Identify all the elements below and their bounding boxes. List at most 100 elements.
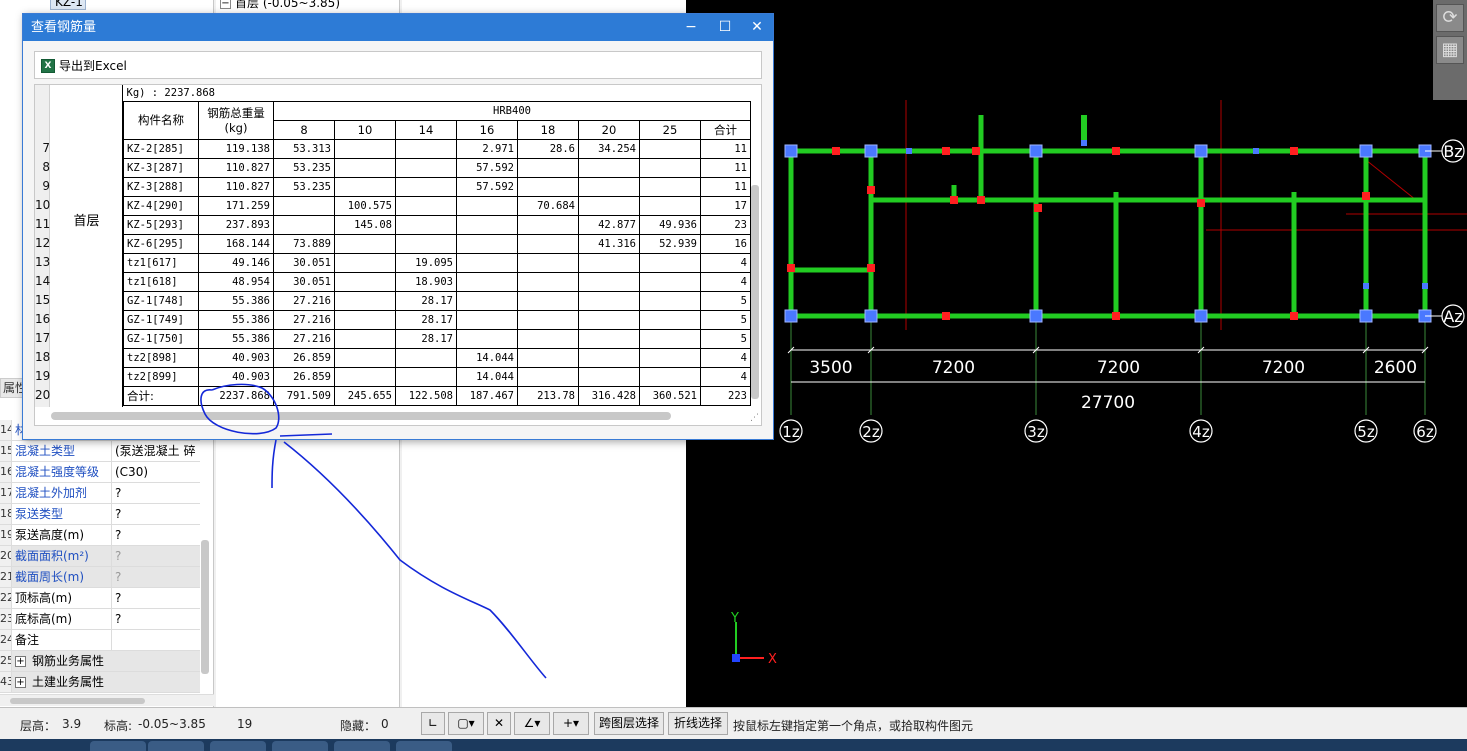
grid-hscrollbar[interactable] — [51, 412, 671, 420]
property-row[interactable]: 20截面面积(m²)? — [0, 546, 200, 567]
property-value[interactable]: ? — [112, 504, 200, 524]
table-row[interactable]: KZ-5[293] 237.893 145.08 42.877 49.936 23 — [123, 214, 751, 235]
taskbar-app-icon[interactable] — [148, 741, 204, 751]
cad-canvas[interactable]: Bz Az 1z 2z 3z 4z 5z 6z 3500 7200 7200 7200 2600 2770… — [686, 0, 1467, 707]
taskbar-app-icon[interactable] — [272, 741, 328, 751]
table-row[interactable]: GZ-1[748] 55.386 27.216 28.17 5 — [123, 290, 751, 311]
table-row[interactable]: KZ-2[285] 119.138 53.313 2.971 28.6 34.254 11 — [123, 138, 751, 159]
property-row[interactable]: 23底标高(m)? — [0, 609, 200, 630]
rebar-weight-cell: 4 — [700, 252, 751, 273]
table-row[interactable]: KZ-6[295] 168.144 73.889 41.316 52.939 16 — [123, 233, 751, 254]
export-excel-button[interactable]: X 导出到Excel — [39, 56, 127, 76]
property-value[interactable]: (C30) — [112, 462, 200, 482]
property-value[interactable]: ? — [112, 525, 200, 545]
ortho-icon[interactable]: ∟ — [421, 712, 445, 735]
rebar-weight-cell — [578, 366, 640, 387]
table-row[interactable]: KZ-3[288] 110.827 53.235 57.592 11 — [123, 176, 751, 197]
rebar-weight-cell: 27.216 — [273, 290, 335, 311]
component-total: 237.893 — [198, 214, 274, 235]
property-scrollbar[interactable] — [201, 540, 209, 674]
rebar-weight-cell: 27.216 — [273, 309, 335, 330]
total-weight-cell: 122.508 — [395, 385, 457, 406]
total-weight-cell: 360.521 — [639, 385, 701, 406]
property-row[interactable]: 16混凝土强度等级(C30) — [0, 462, 200, 483]
rebar-weight-cell: 27.216 — [273, 328, 335, 349]
component-tab[interactable]: KZ-1 — [50, 0, 86, 10]
table-row[interactable]: GZ-1[750] 55.386 27.216 28.17 5 — [123, 328, 751, 349]
structural-plan[interactable]: Bz Az 1z 2z 3z 4z 5z 6z 3500 7200 7200 7200 2600 2770… — [686, 0, 1467, 707]
row-number-column: 7 8 9 10 11 12 13 14 15 16 17 18 19 20 — [35, 85, 50, 407]
grand-total: 2237.868 — [198, 385, 274, 406]
column-small-marker — [1363, 283, 1369, 289]
rebar-weight-cell — [639, 309, 701, 330]
property-name: 混凝土外加剂 — [12, 483, 112, 503]
property-row[interactable]: 21截面周长(m)? — [0, 567, 200, 588]
property-value[interactable]: ? — [112, 483, 200, 503]
taskbar-app-icon[interactable] — [334, 741, 390, 751]
property-value[interactable]: ? — [112, 546, 200, 566]
hidden-count: 0 — [381, 717, 389, 731]
rebar-weight-cell — [334, 252, 396, 273]
rebar-weight-cell — [639, 138, 701, 159]
resize-grip-icon[interactable]: ⋰ — [750, 413, 759, 423]
header-grade: HRB400 — [273, 100, 751, 121]
property-row[interactable]: 24备注 — [0, 630, 200, 651]
property-row[interactable]: 43+ 土建业务属性 — [0, 672, 200, 693]
rebar-mark — [977, 196, 985, 204]
dialog-titlebar[interactable]: 查看钢筋量 − ☐ ✕ — [23, 14, 773, 41]
rebar-weight-cell — [395, 138, 457, 159]
select-box-icon[interactable]: ▢▾ — [448, 712, 484, 735]
table-row[interactable]: KZ-3[287] 110.827 53.235 57.592 11 — [123, 157, 751, 178]
property-value[interactable]: ? — [112, 609, 200, 629]
taskbar-app-icon[interactable] — [90, 741, 146, 751]
rebar-weight-cell — [334, 290, 396, 311]
row-number: 12 — [35, 236, 51, 250]
property-hscrollbar[interactable] — [0, 694, 214, 706]
rebar-weight-cell — [578, 252, 640, 273]
property-row[interactable]: 18泵送类型? — [0, 504, 200, 525]
property-value[interactable]: ? — [112, 588, 200, 608]
selected-count: 19 — [237, 717, 253, 731]
expand-icon[interactable]: + — [15, 656, 26, 667]
table-row[interactable]: tz2[898] 40.903 26.859 14.044 4 — [123, 347, 751, 368]
close-icon[interactable]: ✕ — [743, 14, 771, 41]
property-row[interactable]: 25+ 钢筋业务属性 — [0, 651, 200, 672]
table-row[interactable]: tz1[617] 49.146 30.051 19.095 4 — [123, 252, 751, 273]
property-row[interactable]: 22顶标高(m)? — [0, 588, 200, 609]
taskbar-app-icon[interactable] — [396, 741, 452, 751]
export-toolbar: X 导出到Excel — [34, 51, 762, 79]
rebar-weight-cell — [517, 366, 579, 387]
property-name: 截面周长(m) — [12, 567, 112, 587]
rebar-weight-cell: 52.939 — [639, 233, 701, 254]
refresh-icon[interactable]: ⟳ — [1436, 4, 1464, 32]
header-diameter: 8 — [273, 119, 335, 140]
expand-icon[interactable]: + — [15, 677, 26, 688]
total-weight-cell: 187.467 — [456, 385, 518, 406]
table-row[interactable]: GZ-1[749] 55.386 27.216 28.17 5 — [123, 309, 751, 330]
table-row[interactable]: KZ-4[290] 171.259 100.575 70.684 17 — [123, 195, 751, 216]
angle-icon[interactable]: ∠▾ — [514, 712, 550, 735]
grid-view-icon[interactable]: ▦ — [1436, 36, 1464, 64]
rebar-mark — [1197, 199, 1205, 207]
minimize-icon[interactable]: − — [677, 14, 705, 41]
taskbar-app-icon[interactable] — [210, 741, 266, 751]
property-value[interactable]: (泵送混凝土 碎 — [112, 441, 200, 461]
table-row[interactable]: tz1[618] 48.954 30.051 18.903 4 — [123, 271, 751, 292]
header-diameter: 16 — [456, 119, 518, 140]
cross-layer-select-button[interactable]: 跨图层选择 — [594, 712, 664, 735]
table-row[interactable]: tz2[899] 40.903 26.859 14.044 4 — [123, 366, 751, 387]
floor-tree-node[interactable]: − 首层 (-0.05~3.85) — [220, 0, 340, 10]
property-row[interactable]: 17混凝土外加剂? — [0, 483, 200, 504]
polyline-select-button[interactable]: 折线选择 — [668, 712, 728, 735]
property-value[interactable]: ? — [112, 567, 200, 587]
span-dimension: 7200 — [932, 358, 975, 378]
collapse-icon[interactable]: − — [220, 0, 231, 9]
cross-icon[interactable]: ✕ — [487, 712, 511, 735]
property-row[interactable]: 19泵送高度(m)? — [0, 525, 200, 546]
maximize-icon[interactable]: ☐ — [711, 14, 739, 41]
grid-vscrollbar[interactable] — [751, 185, 759, 399]
property-value[interactable] — [112, 630, 200, 650]
rebar-weight-cell — [578, 328, 640, 349]
property-row[interactable]: 15混凝土类型(泵送混凝土 碎 — [0, 441, 200, 462]
snap-icon[interactable]: +▾ — [553, 712, 589, 735]
